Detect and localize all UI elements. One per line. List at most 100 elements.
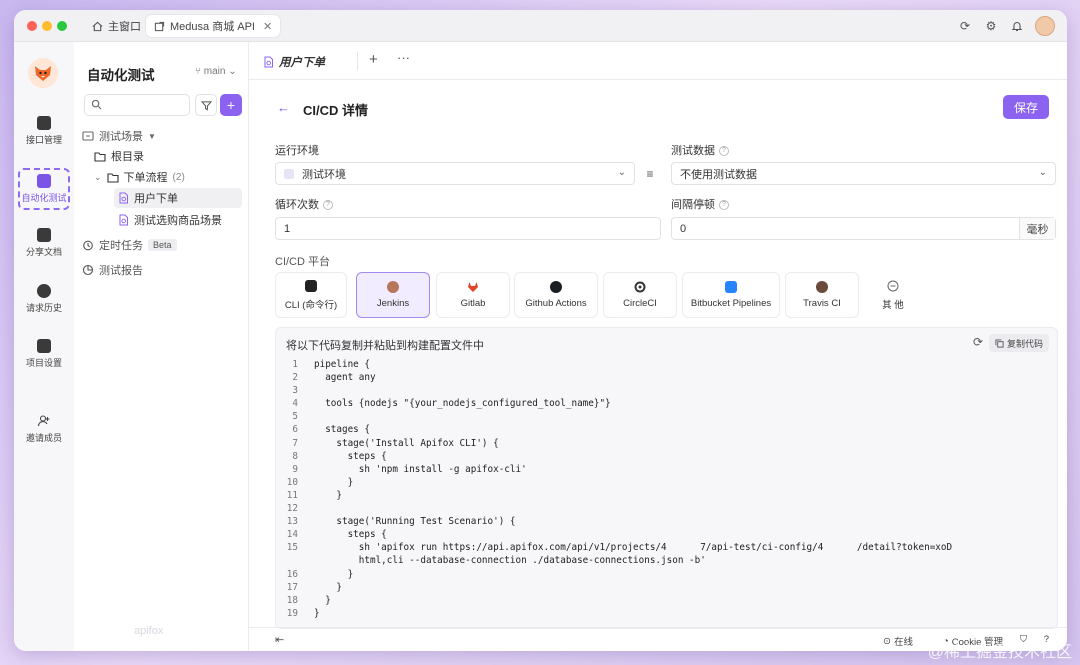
online-status[interactable]: ⊙ 在线: [883, 634, 913, 649]
line-number: 8: [292, 450, 298, 462]
platform-gitlab[interactable]: Gitlab: [436, 272, 510, 318]
collapse-sidebar-icon[interactable]: ⇤: [275, 633, 284, 646]
main-tab-bar: 用户下单 + ···: [249, 42, 1067, 80]
platform-cli[interactable]: CLI (命令行): [275, 272, 347, 318]
scenario-icon: [82, 130, 94, 142]
tab-label: 用户下单: [279, 57, 325, 69]
line-number: 2: [292, 372, 298, 384]
close-tab-icon[interactable]: ✕: [263, 20, 272, 33]
refresh-icon[interactable]: ⟳: [973, 335, 983, 349]
more-circle-icon: [887, 280, 899, 292]
search-icon: [91, 99, 102, 110]
terminal-icon: [305, 279, 317, 292]
more-icon[interactable]: ···: [397, 50, 410, 65]
save-button[interactable]: 保存: [1003, 95, 1049, 119]
platform-travis[interactable]: Travis CI: [785, 272, 859, 318]
tree-node-count: (2): [172, 171, 185, 183]
code-text: sh 'npm install -g apifox-cli': [314, 463, 527, 475]
list-icon: ≡: [646, 166, 654, 181]
check-circle-icon: ⊙: [883, 635, 891, 647]
interval-value: 0: [680, 222, 687, 235]
search-input[interactable]: [84, 94, 190, 116]
jenkins-icon: [387, 281, 399, 293]
line-number: 17: [286, 581, 298, 593]
env-icon: [284, 168, 294, 179]
tree-node-test-scenarios[interactable]: 测试场景 ▼: [82, 126, 156, 146]
tree-node-root[interactable]: 根目录: [94, 146, 144, 166]
code-text: }: [314, 607, 320, 619]
platform-github-actions[interactable]: Github Actions: [514, 272, 598, 318]
platform-label: Bitbucket Pipelines: [690, 298, 772, 309]
help-icon[interactable]: ?: [719, 200, 729, 211]
tree-node-scheduled-tasks[interactable]: 定时任务 Beta: [82, 235, 177, 255]
env-select[interactable]: 测试环境 ⌄: [275, 162, 635, 185]
code-text: html,cli --database-connection ./databas…: [314, 555, 706, 567]
new-tab-button[interactable]: +: [369, 51, 378, 68]
copy-code-button[interactable]: 复制代码: [988, 334, 1049, 352]
help-icon[interactable]: ?: [323, 200, 333, 211]
apifox-logo-icon: [28, 58, 58, 88]
copy-label: 复制代码: [1006, 338, 1043, 349]
line-number: 16: [286, 568, 298, 580]
automation-icon: [37, 174, 51, 188]
refresh-icon[interactable]: ⟳: [957, 18, 973, 34]
filter-icon: [200, 100, 212, 111]
chevron-down-icon[interactable]: ⌄: [94, 172, 102, 183]
line-number: 9: [292, 463, 298, 475]
rail-item-project-settings[interactable]: 项目设置: [18, 333, 70, 375]
tab-project[interactable]: Medusa 商城 API ✕: [146, 15, 281, 37]
loop-count-input[interactable]: 1: [275, 217, 661, 240]
rail-item-automation-test[interactable]: 自动化测试: [18, 168, 70, 210]
tab-main-window[interactable]: 主窗口: [84, 15, 149, 37]
env-label: 运行环境: [275, 145, 319, 157]
beta-badge: Beta: [148, 239, 177, 251]
platform-circleci[interactable]: CircleCI: [603, 272, 677, 318]
panel-title: 自动化测试: [87, 68, 155, 83]
gear-icon[interactable]: ⚙: [983, 18, 999, 34]
tree-node-test-reports[interactable]: 测试报告: [82, 260, 143, 280]
rail-item-label: 邀请成员: [25, 433, 62, 443]
timer-icon: [82, 239, 94, 251]
chevron-down-icon: ⌄: [617, 167, 626, 178]
maximize-window-button[interactable]: [57, 21, 67, 31]
add-button[interactable]: +: [220, 94, 242, 116]
rail-item-label: 自动化测试: [21, 193, 67, 203]
caret-down-icon: ▼: [148, 131, 156, 141]
tree-node-label: 测试报告: [99, 265, 143, 277]
help-icon[interactable]: ?: [719, 146, 729, 157]
bell-icon[interactable]: [1009, 18, 1025, 34]
app-window: 主窗口 Medusa 商城 API ✕ ⟳ ⚙ 接口管理 自动化测试 分享文档 …: [14, 10, 1067, 651]
history-icon: [37, 284, 51, 298]
watermark: @稀土掘金技术社区: [927, 644, 1072, 661]
line-number: 1: [292, 359, 298, 370]
filter-button[interactable]: [195, 94, 217, 116]
platform-other[interactable]: 其 他: [864, 272, 922, 318]
test-data-select[interactable]: 不使用测试数据 ⌄: [671, 162, 1056, 185]
env-manage-button[interactable]: ≡: [640, 162, 660, 185]
back-arrow-icon[interactable]: ←: [277, 100, 290, 115]
interval-unit: 毫秒: [1019, 218, 1055, 239]
close-window-button[interactable]: [27, 21, 37, 31]
rail-item-api-management[interactable]: 接口管理: [18, 110, 70, 152]
rail-item-request-history[interactable]: 请求历史: [18, 278, 70, 320]
interval-input[interactable]: 0 毫秒: [671, 217, 1056, 240]
tree-node-test-purchase[interactable]: 测试选购商品场景: [118, 210, 222, 230]
github-icon: [550, 281, 562, 293]
code-text: steps {: [314, 450, 387, 462]
minimize-window-button[interactable]: [42, 21, 52, 31]
platform-bitbucket[interactable]: Bitbucket Pipelines: [682, 272, 780, 318]
tree-node-label: 下单流程: [123, 172, 168, 184]
rail-item-invite-members[interactable]: 邀请成员: [18, 408, 70, 450]
platform-jenkins[interactable]: Jenkins: [356, 272, 430, 318]
tab-user-order[interactable]: 用户下单: [263, 54, 325, 70]
tree-node-order-flow[interactable]: ⌄ 下单流程 (2): [94, 167, 185, 187]
code-text: }: [314, 476, 354, 488]
code-text: stages {: [314, 424, 370, 436]
rail-item-share-docs[interactable]: 分享文档: [18, 222, 70, 264]
line-number: 3: [292, 385, 298, 397]
page-title: CI/CD 详情: [303, 103, 369, 118]
avatar[interactable]: [1035, 16, 1055, 36]
tree-node-user-order[interactable]: 用户下单: [114, 188, 242, 208]
branch-selector[interactable]: ⑂ main ⌄: [195, 66, 237, 77]
travis-icon: [816, 281, 828, 293]
